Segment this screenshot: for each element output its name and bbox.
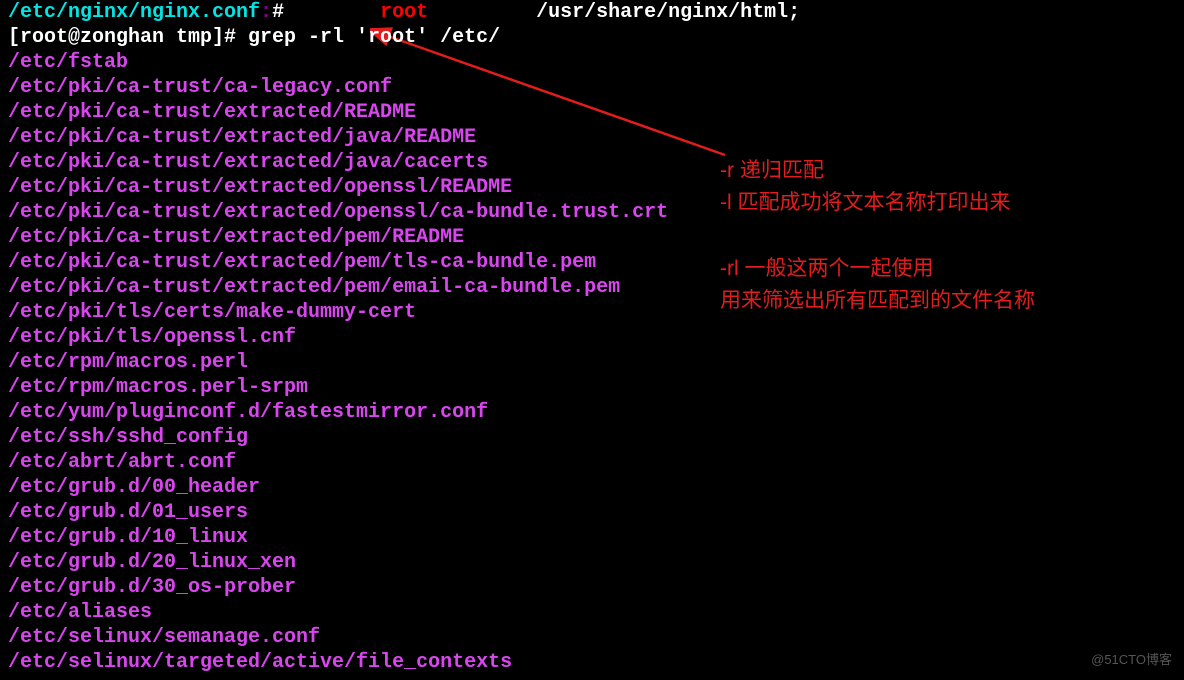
file-result: /etc/pki/ca-trust/extracted/README bbox=[8, 100, 1176, 125]
file-result: /etc/pki/ca-trust/extracted/java/README bbox=[8, 125, 1176, 150]
hash-spaces: # bbox=[272, 1, 380, 24]
annotation-rl-usage: 用来筛选出所有匹配到的文件名称 bbox=[720, 285, 1035, 317]
annotation-panel: -r 递归匹配 -l 匹配成功将文本名称打印出来 -rl 一般这两个一起使用 用… bbox=[720, 155, 1035, 351]
annotation-group-combined: -rl 一般这两个一起使用 用来筛选出所有匹配到的文件名称 bbox=[720, 253, 1035, 316]
command-prompt-line[interactable]: [root@zonghan tmp]# grep -rl 'root' /etc… bbox=[8, 25, 1176, 50]
grep-match-line: /etc/nginx/nginx.conf:# root /usr/share/… bbox=[8, 0, 1176, 25]
file-result: /etc/rpm/macros.perl bbox=[8, 350, 1176, 375]
file-result: /etc/rpm/macros.perl-srpm bbox=[8, 375, 1176, 400]
rest-of-line: /usr/share/nginx/html; bbox=[428, 1, 800, 24]
matched-keyword: root bbox=[380, 1, 428, 24]
file-result: /etc/yum/pluginconf.d/fastestmirror.conf bbox=[8, 400, 1176, 425]
annotation-l-flag: -l 匹配成功将文本名称打印出来 bbox=[720, 187, 1035, 219]
watermark-text: @51CTO博客 bbox=[1091, 647, 1172, 672]
file-result: /etc/selinux/targeted/active/file_contex… bbox=[8, 650, 1176, 675]
file-result: /etc/grub.d/00_header bbox=[8, 475, 1176, 500]
file-result: /etc/aliases bbox=[8, 600, 1176, 625]
colon-sep: : bbox=[260, 1, 272, 24]
file-result: /etc/pki/ca-trust/ca-legacy.conf bbox=[8, 75, 1176, 100]
file-result: /etc/selinux/semanage.conf bbox=[8, 625, 1176, 650]
file-result: /etc/grub.d/10_linux bbox=[8, 525, 1176, 550]
annotation-rl-combo: -rl 一般这两个一起使用 bbox=[720, 253, 1035, 285]
file-result: /etc/ssh/sshd_config bbox=[8, 425, 1176, 450]
annotation-group-flags: -r 递归匹配 -l 匹配成功将文本名称打印出来 bbox=[720, 155, 1035, 218]
file-result: /etc/grub.d/01_users bbox=[8, 500, 1176, 525]
file-result: /etc/fstab bbox=[8, 50, 1176, 75]
file-result: /etc/grub.d/30_os-prober bbox=[8, 575, 1176, 600]
file-result: /etc/grub.d/20_linux_xen bbox=[8, 550, 1176, 575]
file-path: /etc/nginx/nginx.conf bbox=[8, 1, 260, 24]
file-result: /etc/abrt/abrt.conf bbox=[8, 450, 1176, 475]
annotation-r-flag: -r 递归匹配 bbox=[720, 155, 1035, 187]
